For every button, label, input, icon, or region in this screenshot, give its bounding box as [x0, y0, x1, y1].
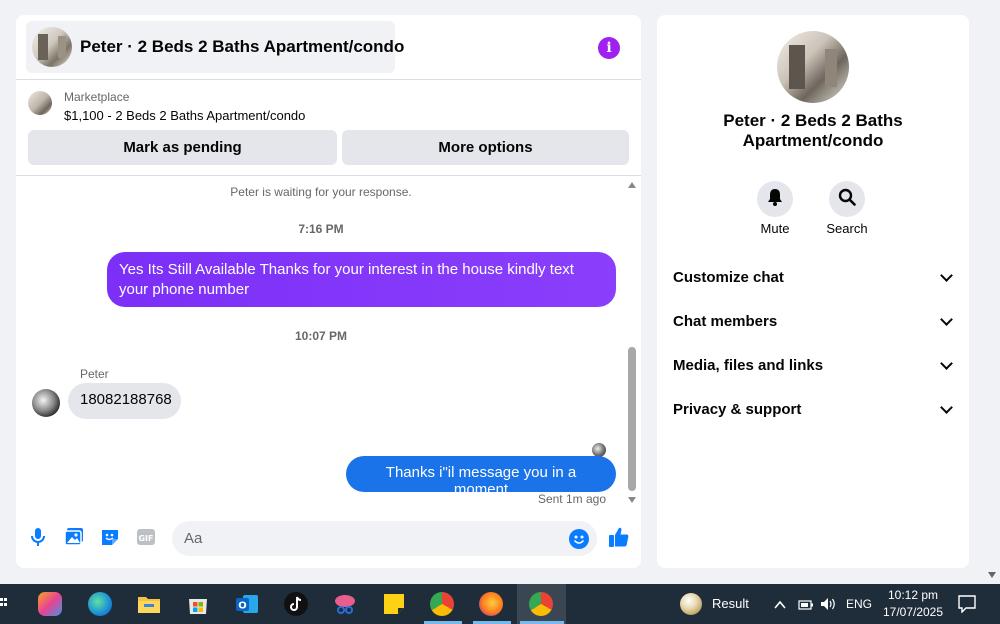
- photo-icon[interactable]: [64, 527, 84, 547]
- thumbs-up-icon[interactable]: [608, 526, 630, 548]
- weather-widget-label[interactable]: Result: [712, 596, 749, 611]
- media-files-links-section[interactable]: Media, files and links: [673, 353, 955, 377]
- chevron-up-icon[interactable]: [774, 597, 786, 615]
- incoming-message[interactable]: 18082188768: [68, 383, 181, 419]
- marketplace-label: Marketplace: [64, 90, 130, 104]
- marketplace-listing[interactable]: Marketplace $1,100 - 2 Beds 2 Baths Apar…: [28, 89, 628, 125]
- section-label: Chat members: [673, 312, 778, 330]
- edge-browser-icon[interactable]: [88, 592, 112, 616]
- listing-price-title: $1,100 - 2 Beds 2 Baths Apartment/condo: [64, 108, 306, 123]
- composer: GIF: [16, 515, 641, 561]
- chat-header: Peter · 2 Beds 2 Baths Apartment/condo i: [16, 15, 641, 80]
- search-button[interactable]: [829, 181, 865, 217]
- section-label: Media, files and links: [673, 356, 824, 374]
- scroll-thumb[interactable]: [628, 347, 636, 491]
- conversation-title-button[interactable]: Peter · 2 Beds 2 Baths Apartment/condo: [26, 21, 404, 73]
- chrome-profile-icon[interactable]: [529, 592, 553, 616]
- section-label: Customize chat: [673, 268, 784, 286]
- message-scrollbar[interactable]: [626, 182, 638, 508]
- sent-status: Sent 1m ago: [537, 492, 606, 506]
- emoji-icon[interactable]: [569, 529, 589, 549]
- tiktok-icon[interactable]: [284, 592, 308, 616]
- mute-button[interactable]: [757, 181, 793, 217]
- bell-icon: [766, 188, 784, 211]
- section-label: Privacy & support: [673, 400, 802, 418]
- profile-avatar[interactable]: [777, 31, 849, 103]
- chrome-icon[interactable]: [430, 592, 454, 616]
- page-scroll-down-arrow-icon[interactable]: [988, 572, 996, 578]
- listing-thumbnail: [28, 91, 52, 115]
- gif-icon[interactable]: GIF: [136, 527, 156, 547]
- waiting-notice: Peter is waiting for your response.: [230, 185, 412, 199]
- chat-members-section[interactable]: Chat members: [673, 309, 955, 333]
- search-label: Search: [826, 221, 868, 236]
- outgoing-message[interactable]: Thanks i"il message you in a moment: [346, 456, 616, 498]
- snipping-tool-icon[interactable]: [333, 592, 357, 616]
- more-options-button[interactable]: More options: [342, 130, 629, 165]
- notifications-icon[interactable]: [958, 595, 976, 618]
- sticky-notes-icon[interactable]: [382, 592, 406, 616]
- message-list: Peter is waiting for your response. 7:16…: [16, 177, 626, 510]
- chevron-down-icon: [940, 268, 953, 282]
- weather-soccer-icon[interactable]: [680, 593, 702, 615]
- listing-avatar: [32, 27, 72, 67]
- privacy-support-section[interactable]: Privacy & support: [673, 397, 955, 421]
- timestamp: 7:16 PM: [298, 222, 344, 236]
- copilot-icon[interactable]: [38, 592, 62, 616]
- conversation-title: Peter · 2 Beds 2 Baths Apartment/condo: [80, 37, 405, 56]
- microphone-icon[interactable]: [28, 527, 48, 547]
- message-input[interactable]: [172, 521, 597, 556]
- seen-indicator-avatar: [592, 443, 606, 457]
- sticker-icon[interactable]: [100, 527, 120, 547]
- language-indicator[interactable]: ENG: [846, 597, 872, 611]
- mute-label: Mute: [760, 221, 790, 236]
- file-explorer-icon[interactable]: [137, 592, 161, 616]
- profile-name: Peter · 2 Beds 2 Baths Apartment/condo: [723, 111, 903, 150]
- customize-chat-section[interactable]: Customize chat: [673, 265, 955, 289]
- sender-name: Peter: [80, 367, 109, 381]
- chevron-down-icon: [940, 312, 953, 326]
- chevron-down-icon: [940, 356, 953, 370]
- svg-text:O: O: [238, 601, 247, 612]
- scroll-down-arrow-icon[interactable]: [628, 497, 636, 503]
- chat-panel: Peter · 2 Beds 2 Baths Apartment/condo i…: [16, 15, 641, 568]
- volume-icon[interactable]: [820, 597, 838, 616]
- search-icon: [838, 188, 856, 211]
- battery-icon[interactable]: [798, 598, 814, 616]
- taskbar: O Result ENG 10:12 pm 17/07/2025: [0, 584, 1000, 624]
- chevron-down-icon: [940, 400, 953, 414]
- divider: [16, 175, 641, 176]
- timestamp: 10:07 PM: [294, 329, 348, 343]
- mark-as-pending-button[interactable]: Mark as pending: [28, 130, 337, 165]
- outgoing-message[interactable]: Yes Its Still Available Thanks for your …: [107, 252, 616, 307]
- info-icon[interactable]: i: [598, 37, 620, 59]
- clock-time[interactable]: 10:12 pm: [880, 588, 946, 602]
- conversation-info-panel: Peter · 2 Beds 2 Baths Apartment/condo M…: [657, 15, 969, 568]
- microsoft-store-icon[interactable]: [186, 592, 210, 616]
- task-view-icon[interactable]: [0, 596, 8, 612]
- outlook-icon[interactable]: O: [235, 592, 259, 616]
- svg-text:GIF: GIF: [138, 534, 153, 543]
- firefox-icon[interactable]: [479, 592, 503, 616]
- clock-date[interactable]: 17/07/2025: [880, 605, 946, 619]
- sender-avatar[interactable]: [32, 389, 60, 417]
- scroll-up-arrow-icon[interactable]: [628, 182, 636, 188]
